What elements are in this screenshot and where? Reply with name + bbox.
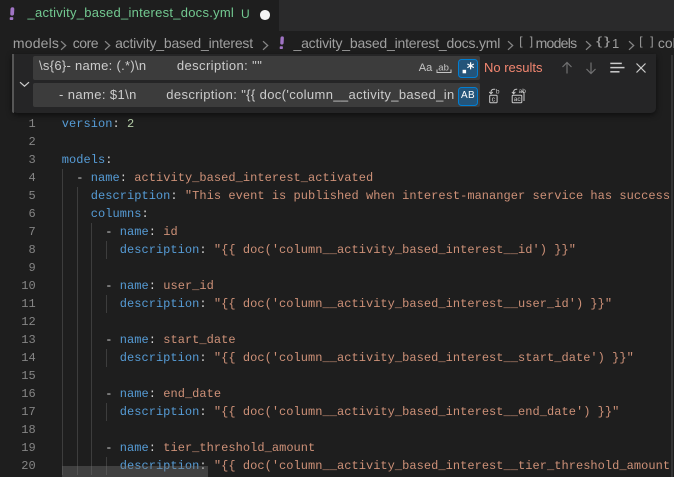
svg-text:ab: ab [438, 63, 449, 74]
svg-text:ac: ac [514, 96, 522, 103]
svg-text:b: b [495, 88, 499, 95]
svg-text:c: c [491, 96, 495, 103]
svg-text:ab: ab [519, 88, 527, 95]
